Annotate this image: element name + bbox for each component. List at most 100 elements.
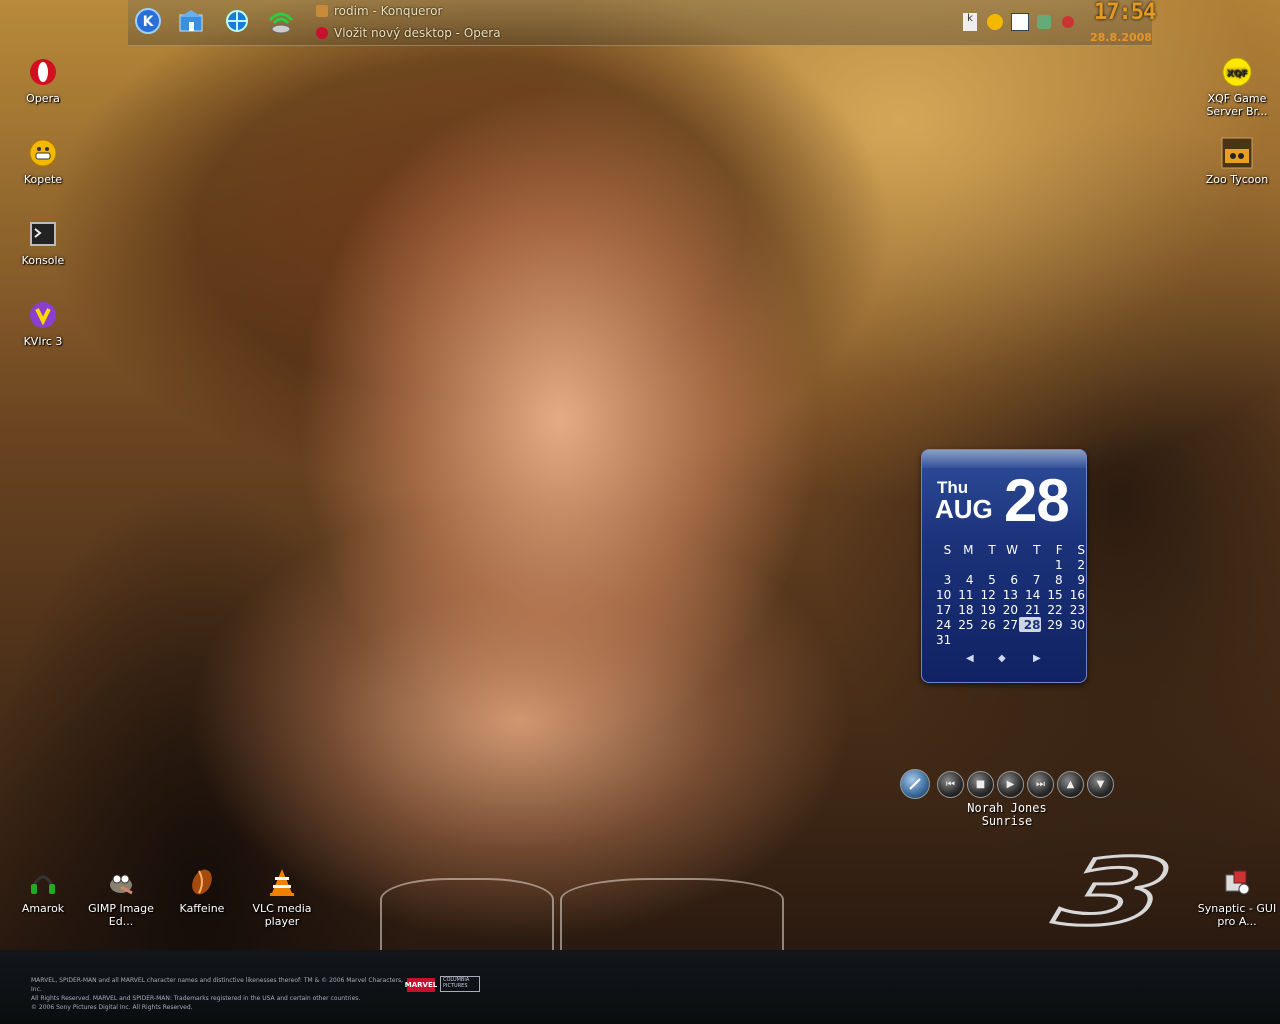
calendar-date[interactable]: 12 xyxy=(975,587,997,602)
calendar-week-row: 31 xyxy=(930,632,1086,647)
calendar-date[interactable]: 22 xyxy=(1041,602,1063,617)
calendar-date[interactable]: 18 xyxy=(952,602,974,617)
calendar-date[interactable]: 29 xyxy=(1041,617,1063,632)
calendar-date[interactable] xyxy=(1041,632,1063,647)
desktop-icon-vlc[interactable]: VLC media player xyxy=(242,866,322,928)
weekday-header: T xyxy=(1033,542,1041,557)
calendar-date[interactable]: 20 xyxy=(997,602,1019,617)
calendar-date[interactable]: 5 xyxy=(975,572,997,587)
legal-line: All Rights Reserved. MARVEL and SPIDER-M… xyxy=(31,995,361,1002)
calendar-date[interactable] xyxy=(1019,632,1041,647)
opera-icon xyxy=(27,56,59,88)
calendar-date[interactable]: 4 xyxy=(952,572,974,587)
desktop-icon-gimp[interactable]: GIMP Image Ed... xyxy=(81,866,161,928)
volume-up-icon[interactable]: ▲ xyxy=(1057,771,1084,798)
calendar-date[interactable]: 26 xyxy=(975,617,997,632)
kaffeine-icon xyxy=(186,866,218,898)
calendar-next-button[interactable]: ▶ xyxy=(1033,653,1041,664)
calendar-date[interactable]: 21 xyxy=(1019,602,1041,617)
home-folder-icon[interactable] xyxy=(176,6,206,36)
previous-icon[interactable]: ⏮ xyxy=(937,771,964,798)
volume-down-icon[interactable]: ▼ xyxy=(1087,771,1114,798)
legal-line: © 2006 Sony Pictures Digital Inc. All Ri… xyxy=(31,1004,193,1011)
desktop-icon-kvirc[interactable]: KVIrc 3 xyxy=(3,299,83,348)
calendar-widget[interactable]: Thu AUG 28 S M T W T F S 1 2 3 4 5 6 7 8 xyxy=(921,449,1087,683)
calendar-date[interactable]: 16 xyxy=(1064,587,1086,602)
next-icon[interactable]: ⏭ xyxy=(1027,771,1054,798)
task-item[interactable]: rodim - Konqueror xyxy=(316,3,442,19)
calendar-date[interactable] xyxy=(997,632,1019,647)
kde-menu-icon[interactable]: K xyxy=(133,6,163,36)
desktop-icon-label: Kopete xyxy=(23,173,63,186)
calendar-date[interactable]: 15 xyxy=(1041,587,1063,602)
calendar-today-button[interactable]: ◆ xyxy=(998,653,1006,664)
kopete-icon[interactable] xyxy=(985,12,1005,32)
network-icon[interactable] xyxy=(266,6,296,36)
calendar-date[interactable]: 24 xyxy=(930,617,952,632)
calendar-date[interactable]: 8 xyxy=(1041,572,1063,587)
desktop-icon-amarok[interactable]: Amarok xyxy=(3,866,83,915)
calendar-date[interactable]: 11 xyxy=(952,587,974,602)
clock-time[interactable]: 17:54 xyxy=(1094,0,1156,25)
task-item[interactable]: Vložit nový desktop - Opera xyxy=(316,25,501,41)
calendar-icon[interactable] xyxy=(1010,12,1030,32)
kvirc-icon xyxy=(27,299,59,331)
calendar-week-row: 3 4 5 6 7 8 9 xyxy=(930,572,1086,587)
desktop-icon-label: VLC media player xyxy=(252,902,312,928)
calendar-date[interactable]: 13 xyxy=(997,587,1019,602)
konqueror-browser-icon[interactable] xyxy=(222,6,252,36)
calendar-date[interactable]: 7 xyxy=(1019,572,1041,587)
terminal-icon xyxy=(27,218,59,250)
amarok-tray-icon[interactable] xyxy=(1058,12,1078,32)
weekday-header: W xyxy=(1006,542,1018,557)
calendar-week-row: 17 18 19 20 21 22 23 xyxy=(930,602,1086,617)
calendar-date[interactable]: 17 xyxy=(930,602,952,617)
calendar-date[interactable] xyxy=(952,632,974,647)
calendar-date[interactable] xyxy=(1019,557,1041,572)
calendar-date[interactable]: 9 xyxy=(1064,572,1086,587)
desktop-icon-konsole[interactable]: Konsole xyxy=(3,218,83,267)
calendar-date-today[interactable]: 28 xyxy=(1019,617,1042,632)
desktop-icon-zoo-tycoon[interactable]: Zoo Tycoon xyxy=(1197,137,1277,186)
calendar-prev-button[interactable]: ◀ xyxy=(966,653,974,664)
calendar-date[interactable]: 19 xyxy=(975,602,997,617)
calendar-date[interactable]: 27 xyxy=(997,617,1019,632)
calendar-date[interactable]: 6 xyxy=(997,572,1019,587)
stop-icon[interactable]: ■ xyxy=(967,771,994,798)
calendar-date[interactable]: 3 xyxy=(930,572,952,587)
calendar-date[interactable]: 1 xyxy=(1041,557,1063,572)
klipper-icon[interactable]: k xyxy=(960,12,980,32)
calendar-date[interactable] xyxy=(1064,632,1086,647)
desktop-wallpaper xyxy=(0,0,1280,950)
calendar-date[interactable]: 2 xyxy=(1064,557,1086,572)
calendar-date[interactable]: 30 xyxy=(1064,617,1086,632)
svg-text:K: K xyxy=(143,14,155,30)
calendar-date[interactable]: 10 xyxy=(930,587,952,602)
calendar-date[interactable]: 31 xyxy=(930,632,952,647)
weekday-header: M xyxy=(963,542,974,557)
desktop-icon-label: KVIrc 3 xyxy=(23,335,63,348)
columbia-pictures-logo: COLUMBIA PICTURES xyxy=(440,976,480,992)
desktop-icon-xqf[interactable]: XQF XQF Game Server Br... xyxy=(1197,56,1277,118)
network-monitor-icon[interactable] xyxy=(1034,12,1054,32)
calendar-week-row: 1 2 xyxy=(930,557,1086,572)
synaptic-icon xyxy=(1221,866,1253,898)
desktop-icon-kopete[interactable]: Kopete xyxy=(3,137,83,186)
calendar-month: AUG xyxy=(935,494,993,524)
calendar-date[interactable] xyxy=(952,557,974,572)
marvel-logo: MARVEL xyxy=(405,978,437,992)
play-icon[interactable]: ▶ xyxy=(997,771,1024,798)
calendar-date[interactable] xyxy=(975,632,997,647)
calendar-date[interactable]: 14 xyxy=(1019,587,1041,602)
calendar-date[interactable] xyxy=(975,557,997,572)
calendar-date[interactable] xyxy=(997,557,1019,572)
calendar-date[interactable]: 23 xyxy=(1064,602,1086,617)
weekday-header: F xyxy=(1055,542,1063,557)
desktop-icon-synaptic[interactable]: Synaptic - GUI pro A... xyxy=(1197,866,1277,928)
desktop-icon-opera[interactable]: Opera xyxy=(3,56,83,105)
calendar-date[interactable] xyxy=(930,557,952,572)
opera-icon xyxy=(316,27,328,39)
amarok-logo-icon[interactable] xyxy=(900,769,930,799)
calendar-date[interactable]: 25 xyxy=(952,617,974,632)
desktop-icon-kaffeine[interactable]: Kaffeine xyxy=(162,866,242,915)
